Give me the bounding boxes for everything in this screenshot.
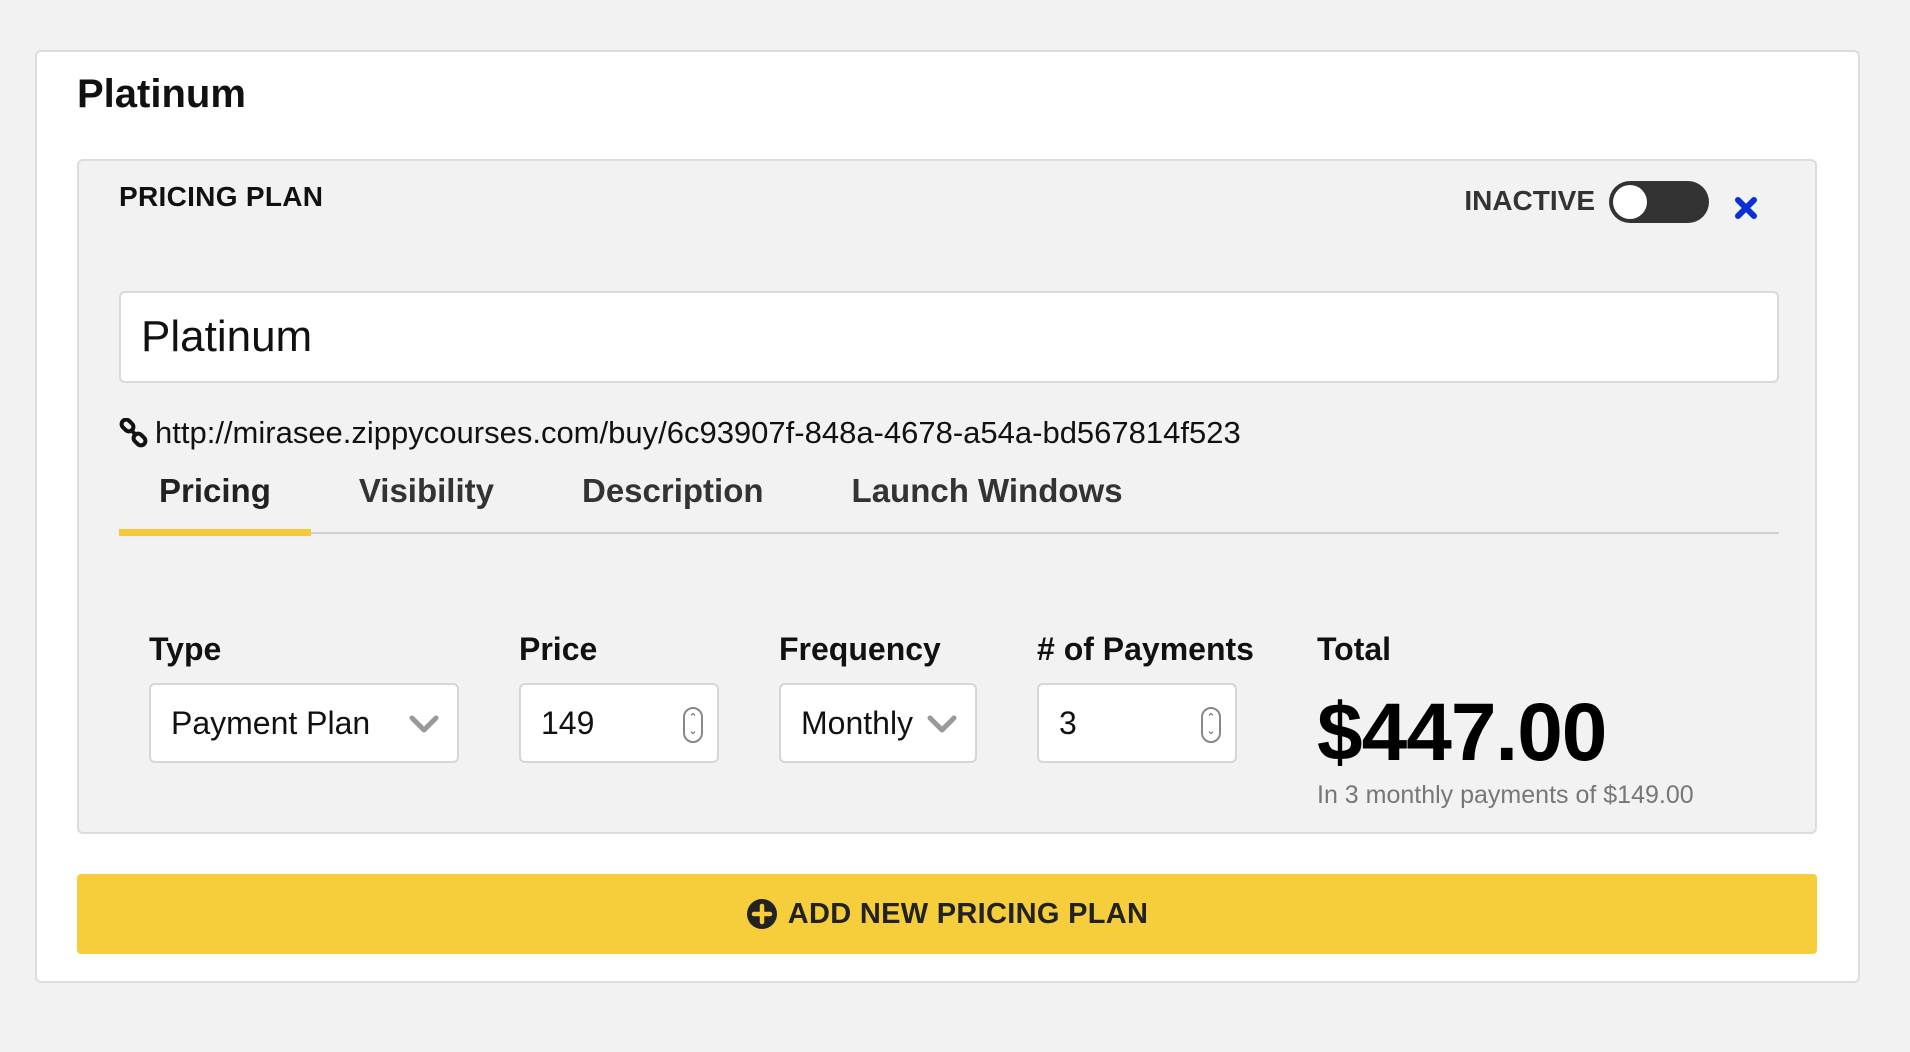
stepper-down-icon: ⌄ xyxy=(688,725,698,737)
stepper-up-icon: ⌃ xyxy=(688,712,698,724)
chevron-down-icon xyxy=(927,715,957,733)
stepper-up-icon: ⌃ xyxy=(1206,712,1216,724)
close-icon xyxy=(1735,197,1757,219)
plan-name-input[interactable] xyxy=(119,291,1779,383)
add-pricing-plan-label: ADD NEW PRICING PLAN xyxy=(787,897,1149,930)
frequency-value: Monthly xyxy=(801,704,914,741)
tab-pricing[interactable]: Pricing xyxy=(119,461,311,536)
toggle-knob xyxy=(1613,185,1647,219)
type-select[interactable]: Payment Plan xyxy=(149,683,459,763)
payments-input[interactable]: 3 ⌃ ⌄ xyxy=(1037,683,1237,763)
status-label: INACTIVE xyxy=(1464,185,1595,216)
active-toggle[interactable] xyxy=(1609,181,1709,223)
total-label: Total xyxy=(1317,631,1392,667)
add-pricing-plan-button[interactable]: ADD NEW PRICING PLAN xyxy=(77,874,1817,954)
remove-plan-button[interactable] xyxy=(1733,195,1759,221)
pricing-plan-card: PRICING PLAN INACTIVE http://mirasee.zip… xyxy=(77,159,1817,834)
tab-visibility[interactable]: Visibility xyxy=(319,461,534,534)
price-stepper[interactable]: ⌃ ⌄ xyxy=(683,707,703,743)
plus-circle-icon xyxy=(746,899,777,929)
plan-tabs: Pricing Visibility Description Launch Wi… xyxy=(119,461,1779,536)
tab-description[interactable]: Description xyxy=(542,461,804,534)
total-amount: $447.00 xyxy=(1317,687,1607,778)
payments-stepper[interactable]: ⌃ ⌄ xyxy=(1201,707,1221,743)
type-label: Type xyxy=(149,631,222,667)
payments-label: # of Payments xyxy=(1037,631,1254,667)
tab-launch-windows[interactable]: Launch Windows xyxy=(812,461,1163,534)
total-breakdown: In 3 monthly payments of $149.00 xyxy=(1317,781,1694,809)
price-label: Price xyxy=(519,631,598,667)
pricing-plan-heading: PRICING PLAN xyxy=(119,181,324,212)
link-icon xyxy=(119,418,148,448)
frequency-label: Frequency xyxy=(779,631,941,667)
purchase-link[interactable]: http://mirasee.zippycourses.com/buy/6c93… xyxy=(155,415,1241,451)
payments-value: 3 xyxy=(1059,704,1077,741)
purchase-link-row: http://mirasee.zippycourses.com/buy/6c93… xyxy=(119,415,1241,451)
price-input[interactable]: 149 ⌃ ⌄ xyxy=(519,683,719,763)
frequency-select[interactable]: Monthly xyxy=(779,683,977,763)
type-value: Payment Plan xyxy=(171,704,371,741)
pricing-plans-panel: Platinum PRICING PLAN INACTIVE http://mi… xyxy=(35,50,1860,983)
section-title: Platinum xyxy=(77,72,246,116)
price-value: 149 xyxy=(541,704,595,741)
stepper-down-icon: ⌄ xyxy=(1206,725,1216,737)
chevron-down-icon xyxy=(409,715,439,733)
